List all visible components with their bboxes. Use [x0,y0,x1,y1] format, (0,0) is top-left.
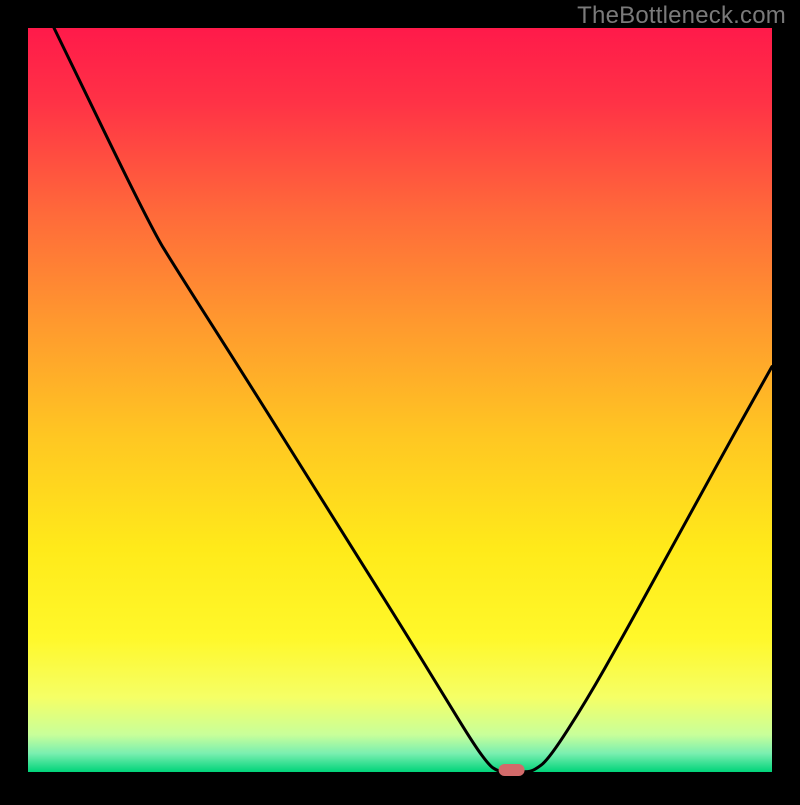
bottleneck-chart [0,0,800,800]
chart-container [0,0,800,800]
optimal-marker [499,764,525,776]
watermark-text: TheBottleneck.com [577,2,786,30]
chart-background [28,28,772,772]
